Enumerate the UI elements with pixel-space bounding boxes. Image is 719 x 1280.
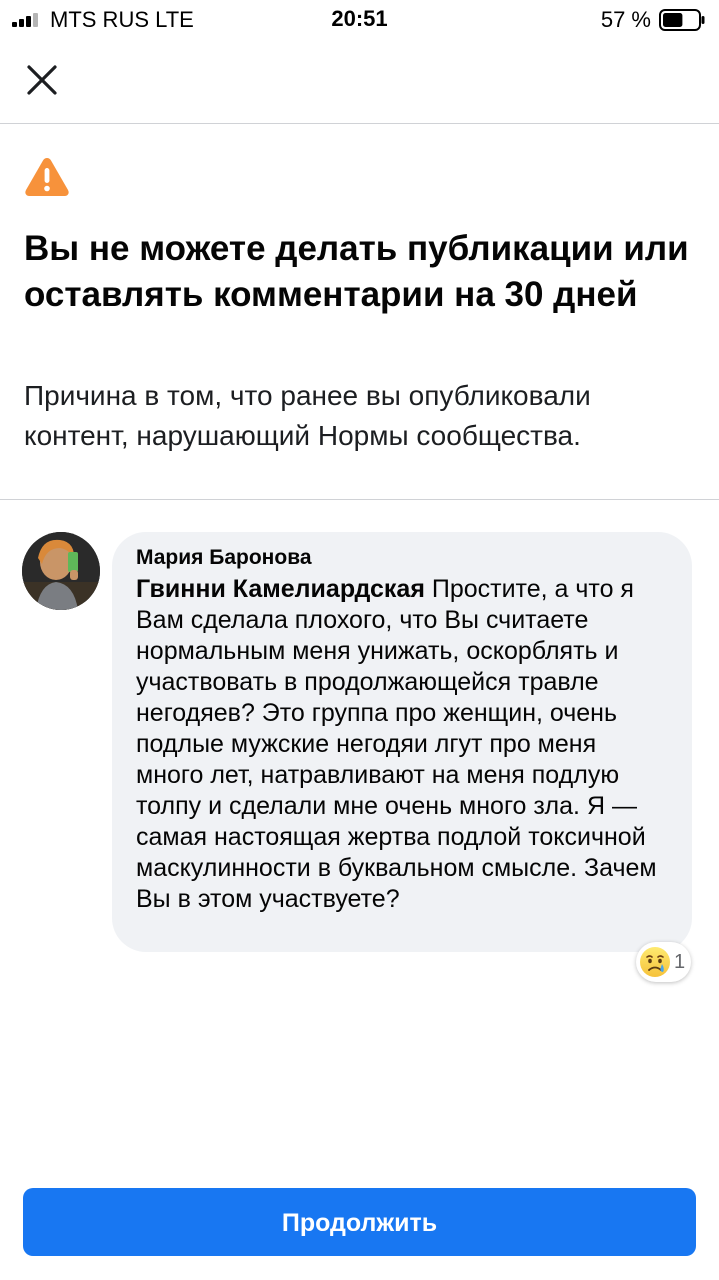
continue-button[interactable]: Продолжить [23,1188,696,1256]
comment-author[interactable]: Мария Баронова [136,544,670,572]
comment-bubble: Мария Баронова Гвинни Камелиардская Прос… [112,532,692,952]
reaction-count: 1 [674,950,686,973]
reaction-badge[interactable]: 1 [636,942,692,982]
comment-text: Гвинни Камелиардская Простите, а что я В… [136,574,670,915]
avatar [22,532,100,610]
content-divider [0,499,719,500]
close-icon[interactable] [22,60,62,100]
warning-icon [25,158,69,196]
battery-icon [659,9,705,31]
comment-body: Простите, а что я Вам сделала плохого, ч… [136,575,657,913]
notice-title: Вы не можете делать публикации или остав… [24,229,689,314]
status-bar: MTS RUS LTE 20:51 57 % [0,0,719,40]
notice-reason: Причина в том, что ранее вы опубликовали… [24,380,591,451]
battery-percent: 57 % [600,7,651,32]
header-divider [0,123,719,124]
sad-reaction-icon [640,947,670,977]
comment-mention[interactable]: Гвинни Камелиардская [136,575,425,603]
